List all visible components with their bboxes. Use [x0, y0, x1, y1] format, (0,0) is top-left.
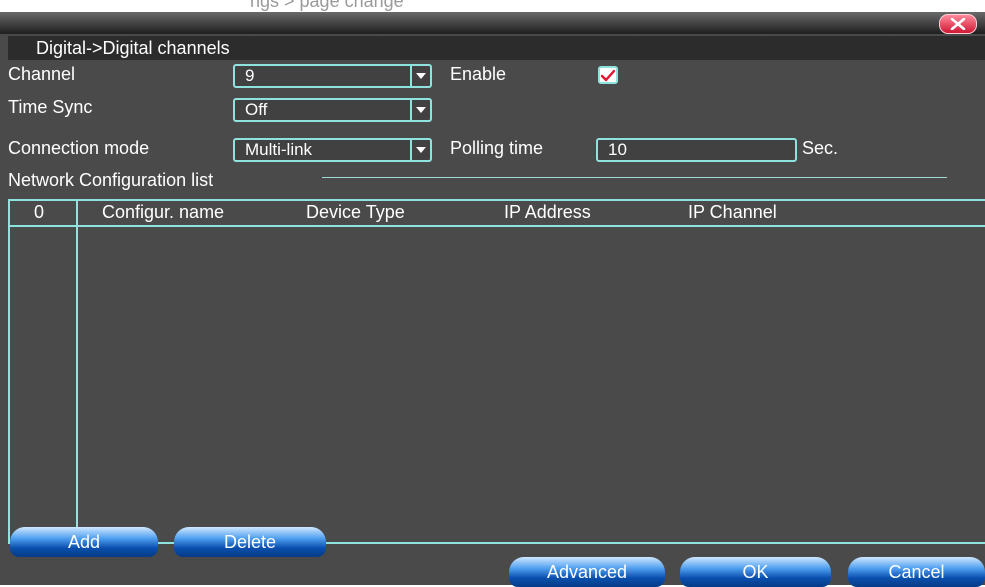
time-sync-select[interactable]: Off [233, 98, 432, 122]
connection-mode-select[interactable]: Multi-link [233, 138, 432, 162]
column-header-device-type: Device Type [306, 202, 405, 222]
column-header-index: 0 [34, 202, 45, 222]
page-header: Digital->Digital channels [8, 36, 985, 60]
connection-mode-value: Multi-link [245, 140, 313, 159]
connection-mode-label: Connection mode [8, 138, 150, 158]
enable-checkbox[interactable] [598, 66, 618, 84]
close-icon [950, 18, 966, 30]
column-header-ip-channel: IP Channel [688, 202, 777, 222]
dialog-panel: Digital->Digital channels Channel 9 Enab… [0, 34, 985, 587]
dropdown-arrow-icon[interactable] [410, 100, 430, 120]
channel-value: 9 [245, 66, 255, 85]
table-header: 0 Configur. name Device Type IP Address … [10, 201, 985, 227]
enable-label: Enable [450, 64, 507, 84]
add-button[interactable]: Add [10, 527, 158, 557]
dropdown-arrow-icon[interactable] [410, 140, 430, 160]
polling-unit-label: Sec. [802, 138, 839, 158]
ghost-text: ngs > page change [250, 0, 404, 11]
channel-label: Channel [8, 64, 76, 84]
cancel-button[interactable]: Cancel [848, 557, 985, 587]
page-title: Digital->Digital channels [36, 38, 230, 58]
time-sync-label: Time Sync [8, 97, 93, 117]
dropdown-arrow-icon[interactable] [410, 66, 430, 86]
title-bar [0, 12, 985, 34]
section-title: Network Configuration list [8, 170, 214, 190]
channel-select[interactable]: 9 [233, 64, 432, 88]
ok-button[interactable]: OK [680, 557, 831, 587]
checkmark-icon [600, 69, 616, 82]
section-divider [322, 177, 947, 178]
time-sync-value: Off [245, 100, 268, 119]
delete-button[interactable]: Delete [174, 527, 326, 557]
column-header-config-name: Configur. name [102, 202, 225, 222]
column-header-ip-address: IP Address [504, 202, 591, 222]
advanced-button[interactable]: Advanced [509, 557, 665, 587]
polling-time-label: Polling time [450, 138, 544, 158]
polling-time-input[interactable]: 10 [596, 138, 797, 162]
network-config-table[interactable]: 0 Configur. name Device Type IP Address … [8, 199, 985, 544]
column-divider [76, 201, 78, 542]
top-strip: ngs > page change [0, 0, 985, 12]
close-button[interactable] [939, 14, 977, 34]
